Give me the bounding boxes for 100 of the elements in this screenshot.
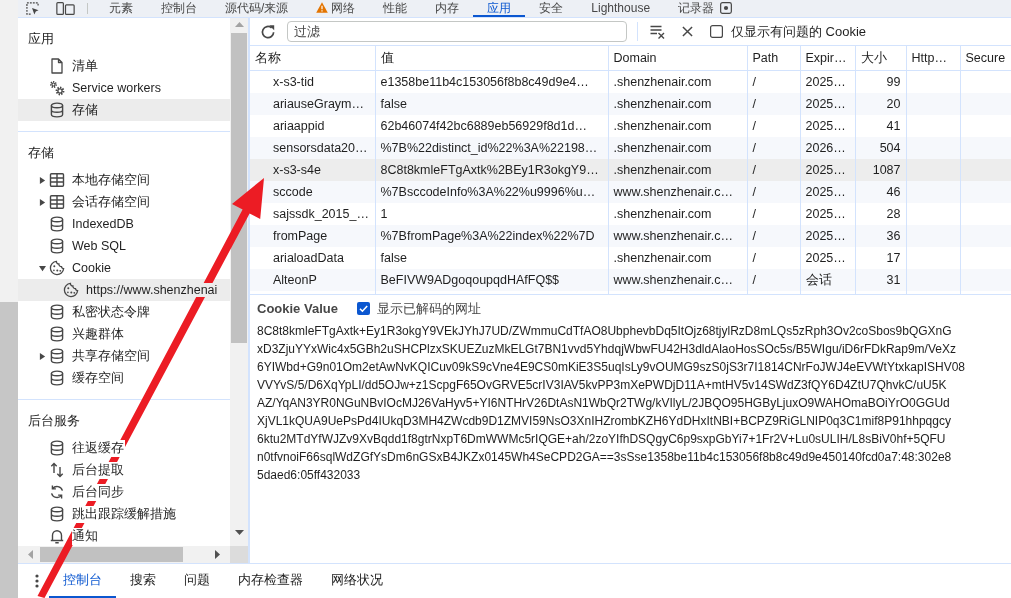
sidebar-item[interactable]: 存储: [18, 99, 230, 121]
scrollbar-thumb[interactable]: [40, 547, 183, 562]
sidebar-item[interactable]: 兴趣群体: [18, 323, 230, 345]
database-icon: [49, 440, 65, 456]
table-row[interactable]: fromPage %7BfromPage%3A%22index%22%7D www.shenzhenair.c… / 2025… 36: [250, 225, 1011, 247]
database-icon: [49, 304, 65, 320]
table-row[interactable]: x-s3-s4e 8C8t8kmleFTgAxtk%2BEy1R3okgY9… .shenzhenair.com / 2025… 1087: [250, 159, 1011, 181]
column-header[interactable]: Secure: [960, 46, 1011, 71]
pane-title: Cookie Value: [257, 301, 338, 316]
panel-tab[interactable]: 性能: [369, 0, 422, 17]
column-header[interactable]: 值: [375, 46, 608, 71]
checkbox-label[interactable]: 显示已解码的网址: [376, 299, 481, 318]
sidebar-item[interactable]: Service workers: [18, 77, 230, 99]
up-down-arrows-icon: [49, 462, 65, 478]
table-cell: .shenzhenair.com: [608, 93, 747, 115]
scroll-down-icon[interactable]: [234, 530, 244, 535]
panel-tab[interactable]: 控制台: [147, 0, 211, 17]
sidebar-item[interactable]: Cookie: [18, 257, 230, 279]
column-header[interactable]: Path: [747, 46, 800, 71]
table-cell: 2025…: [800, 225, 855, 247]
checkbox-label[interactable]: 仅显示有问题的 Cookie: [731, 22, 867, 41]
checkbox[interactable]: [356, 302, 370, 315]
database-icon: [49, 216, 65, 232]
table-cell: fromPage: [250, 225, 375, 247]
table-cell: %7BsccodeInfo%3A%22%u9996%u…: [375, 181, 608, 203]
panel-tab[interactable]: 源代码/来源: [211, 0, 303, 17]
record-icon: [720, 1, 733, 14]
table-cell: www.shenzhenair.c…: [608, 181, 747, 203]
panel-tab[interactable]: Lighthouse: [577, 0, 665, 17]
drawer-tab[interactable]: 网络状况: [317, 564, 397, 598]
sidebar-item[interactable]: 往返缓存: [18, 437, 230, 459]
panel-tab[interactable]: 应用: [473, 0, 526, 17]
table-cell: 2025…: [800, 93, 855, 115]
bell-icon: [49, 528, 65, 544]
column-header[interactable]: Domain: [608, 46, 747, 71]
database-icon: [49, 238, 65, 254]
table-row[interactable]: AlteonP BeFIVW9ADgoqoupqdHAfFQ$$ www.shenzhenair.c… / 会话 31: [250, 269, 1011, 291]
database-icon: [49, 326, 65, 342]
section-heading: 存储: [27, 144, 55, 162]
clear-filter-icon[interactable]: [650, 24, 665, 39]
close-icon[interactable]: [682, 26, 693, 37]
sidebar-item[interactable]: 本地存储空间: [18, 169, 230, 191]
table-cell: 36: [855, 225, 906, 247]
more-menu-icon[interactable]: [35, 574, 39, 588]
device-icon[interactable]: [56, 2, 75, 15]
database-icon: [49, 370, 65, 386]
panel-tab[interactable]: 元素: [95, 0, 147, 17]
refresh-icon[interactable]: [260, 23, 276, 40]
scrollbar-thumb[interactable]: [231, 33, 247, 343]
table-cell: /: [747, 181, 800, 203]
panel-tab[interactable]: 网络: [302, 0, 370, 17]
table-row[interactable]: ariauseGraym… false .shenzhenair.com / 2025… 20: [250, 93, 1011, 115]
sidebar-item[interactable]: Web SQL: [18, 235, 230, 257]
checkbox[interactable]: [710, 25, 723, 38]
caret-down-icon[interactable]: [38, 264, 46, 272]
sidebar-item[interactable]: 清单: [18, 55, 230, 77]
table-cell: www.shenzhenair.c…: [608, 225, 747, 247]
sidebar-item[interactable]: 私密状态令牌: [18, 301, 230, 323]
file-icon: [49, 58, 65, 74]
sidebar-item[interactable]: 跳出跟踪缓解措施: [18, 503, 230, 525]
drawer-tab[interactable]: 内存检查器: [224, 564, 317, 598]
sidebar-item[interactable]: 缓存空间: [18, 367, 230, 389]
table-cell: www.shenzhenair.c…: [608, 269, 747, 291]
table-cell: 31: [855, 269, 906, 291]
inspect-icon[interactable]: [26, 2, 39, 15]
caret-right-icon[interactable]: [38, 176, 46, 184]
sidebar-item[interactable]: 会话存储空间: [18, 191, 230, 213]
section-heading: 应用: [27, 30, 55, 48]
sidebar-item[interactable]: https://www.shenzhenai: [18, 279, 230, 301]
caret-right-icon[interactable]: [38, 198, 46, 206]
caret-right-icon[interactable]: [38, 352, 46, 360]
table-row[interactable]: sccode %7BsccodeInfo%3A%22%u9996%u… www.shenzhenair.c… / 2025… 46: [250, 181, 1011, 203]
table-cell: /: [747, 269, 800, 291]
panel-tab[interactable]: 安全: [525, 0, 578, 17]
column-header[interactable]: Expir…: [800, 46, 855, 71]
drawer-tab[interactable]: 搜索: [116, 564, 170, 598]
warning-icon: [316, 2, 329, 13]
column-header[interactable]: 大小: [855, 46, 906, 71]
filter-field[interactable]: 过滤: [287, 21, 627, 42]
scroll-right-icon[interactable]: [215, 550, 220, 559]
cookie-value-text: 8C8t8kmleFTgAxtk+Ey1R3okgY9VEkJYhJ7UD/ZWmmuCdTfAO8UbphevbDq5ItOjz68tjylRzD8mLQs5zRph3Ov2coSbos9bQGXnG xD3ZjuYYxWic4x5GBh2uSHCPlzxSKUEZuzMkELGt7BN1vvd5YhdqjWbwFU42H3dldAlaoHosSOc5s/B5WIgu/iD6rFDkRap9m/VeXz 6YIWbd+G9n01Om2etAwNvKQICuv09kS9cVne4E9CS0mKiE3S5uqIsLy9vOUMG9szS0jS3r7I1814CNrFoJWJ4eEVWtYtxkapISHV08 VVYvS/5/D6XqYpLI/dd5OJw+z1ScpgF65OvGRVE5crIV3IAV5kvPP3mXePWDjD11A+mtHV5v14SWdZ3fQY6D4ZtU7QhvkC/uU5K AZ/YqAN3YR0NGuNBvIOcMJ26VaHyv5+YI6NTHrV26DtAsN1WbQr2TWg/kVIlyL/2JBQO95HGByLjuxO9WAHOmaBOiYrO0GGUd XjVL1kQUA9UePsPd4IUkqD3MH4ZWcdb9D1ZMVI59NsO3XnIHZrombKZH6YdDHxItNBI+BCPZ9RiGLNIP0q3C1mif8P91hhpqgcy 6ktu2MTdYfWJZv9XvBqdd1f8gtrNxpT6DmWWMc5rIQGE+ah/2zoYIfhDSQgyC6p9sxpGbYi7+1Fr2V+Lu0sULIH/L8sBiV0hf+5QFU n0tfvnoiF66sqlWdZGfYsDm6nGSxB4JKZx0145Wh4SeCPD2GA==3sSse1358be11b4c153056f8b8c49d9e450140fcd0a7:48:302e8 5daed6:05ff432033: [257, 323, 965, 484]
sidebar-item[interactable]: IndexedDB: [18, 213, 230, 235]
panel-tab[interactable]: 记录器: [664, 0, 747, 17]
section-heading: 后台服务: [27, 412, 81, 430]
table-row[interactable]: sensorsdata20… %7B%22distinct_id%22%3A%22198… .shenzhenair.com / 2026… 504: [250, 137, 1011, 159]
column-header[interactable]: Http…: [906, 46, 960, 71]
cookie-icon: [63, 282, 79, 298]
gears-icon: [49, 80, 65, 96]
sync-icon: [49, 484, 65, 500]
column-header[interactable]: 名称: [250, 46, 375, 71]
drawer-tab[interactable]: 问题: [170, 564, 224, 598]
database-icon: [49, 348, 65, 364]
sidebar-item[interactable]: 后台提取: [18, 459, 230, 481]
scrollbar-track[interactable]: [18, 546, 248, 563]
sidebar-item[interactable]: 后台同步: [18, 481, 230, 503]
sidebar-item[interactable]: 共享存储空间: [18, 345, 230, 367]
panel-tab[interactable]: 内存: [421, 0, 474, 17]
table-cell: false: [375, 93, 608, 115]
table-icon: [49, 194, 65, 210]
table-cell: BeFIVW9ADgoqoupqdHAfFQ$$: [375, 269, 608, 291]
